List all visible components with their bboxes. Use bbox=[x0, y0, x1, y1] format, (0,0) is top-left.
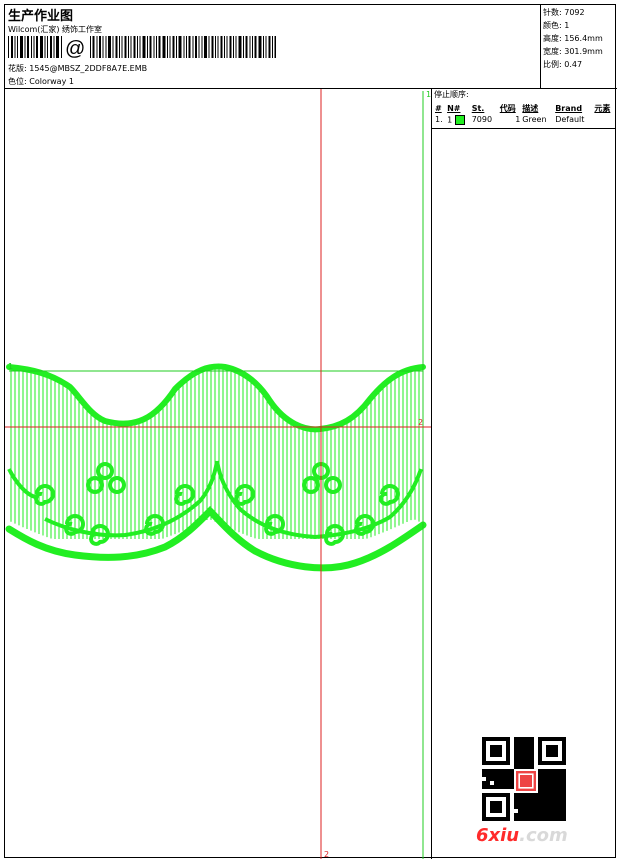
stop-sequence-title: 停止顺序: bbox=[434, 90, 469, 99]
stat-height: 高度: 156.4mm bbox=[543, 34, 603, 43]
col-header-element: 元素 bbox=[594, 103, 611, 113]
table-divider bbox=[432, 128, 616, 129]
stat-colors: 颜色: 1 bbox=[543, 21, 570, 30]
colorway-line: 色位: Colorway 1 bbox=[8, 76, 74, 87]
curl-ornament bbox=[234, 484, 255, 506]
header-panel: 生产作业图 Wilcom(汇家) 绣饰工作室 @ 花版: 1545@MBSZ_2… bbox=[5, 5, 541, 89]
design-file-line: 花版: 1545@MBSZ_2DDF8A7E.EMB bbox=[8, 63, 147, 74]
color-swatch bbox=[454, 114, 465, 125]
row-code: 1 bbox=[515, 115, 521, 124]
design-label: 花版: bbox=[8, 64, 27, 73]
row-brand: Default bbox=[555, 115, 585, 124]
stat-width: 宽度: 301.9mm bbox=[543, 47, 603, 56]
col-header-stitches: St. bbox=[471, 103, 485, 113]
col-header-brand: Brand bbox=[555, 103, 583, 113]
marker-top-left: 1 bbox=[8, 362, 13, 371]
watermark-logo: 6xiu.com bbox=[476, 825, 568, 846]
table-header-row: # N# St. 代码 描述 Brand 元素 bbox=[434, 102, 616, 114]
curl-ornament bbox=[34, 484, 55, 506]
row-description: Green bbox=[522, 115, 547, 124]
barcode: @ bbox=[8, 36, 276, 58]
marker-bottom: 2 bbox=[324, 850, 329, 859]
col-header-needle: N# bbox=[447, 103, 461, 113]
design-stats: 针数: 7092 颜色: 1 高度: 156.4mm 宽度: 301.9mm 比… bbox=[541, 5, 617, 89]
row-element bbox=[593, 114, 616, 125]
curl-ornament bbox=[174, 484, 195, 506]
row-index: 1. bbox=[435, 115, 443, 124]
qr-code bbox=[482, 737, 566, 821]
company-name: Wilcom(汇家) 绣饰工作室 bbox=[8, 25, 103, 34]
row-stitches: 7090 bbox=[471, 115, 493, 124]
colorway-value: Colorway 1 bbox=[29, 77, 74, 86]
page-title: 生产作业图 bbox=[8, 9, 74, 24]
col-header-code: 代码 bbox=[499, 103, 516, 113]
col-header-description: 描述 bbox=[522, 103, 539, 113]
barcode-at-symbol: @ bbox=[65, 38, 85, 58]
col-header-index: # bbox=[435, 103, 442, 113]
colorway-label: 色位: bbox=[8, 77, 27, 86]
row-needle: 1 bbox=[446, 114, 471, 125]
embroidery-preview-canvas[interactable]: 1 1 2 2 bbox=[5, 89, 431, 859]
table-row[interactable]: 1. 1 7090 1 Green Default bbox=[434, 114, 616, 125]
stop-sequence-panel: 停止顺序: # N# St. 代码 描述 Brand 元素 1. 1 7090 bbox=[431, 89, 617, 859]
marker-right: 2 bbox=[418, 418, 423, 427]
production-worksheet: 生产作业图 Wilcom(汇家) 绣饰工作室 @ 花版: 1545@MBSZ_2… bbox=[4, 4, 617, 859]
stat-scale: 比例: 0.47 bbox=[543, 60, 583, 69]
stop-sequence-table: # N# St. 代码 描述 Brand 元素 1. 1 7090 1 Gree… bbox=[434, 102, 616, 125]
design-filename: 1545@MBSZ_2DDF8A7E.EMB bbox=[29, 64, 148, 73]
stat-stitches: 针数: 7092 bbox=[543, 8, 585, 17]
